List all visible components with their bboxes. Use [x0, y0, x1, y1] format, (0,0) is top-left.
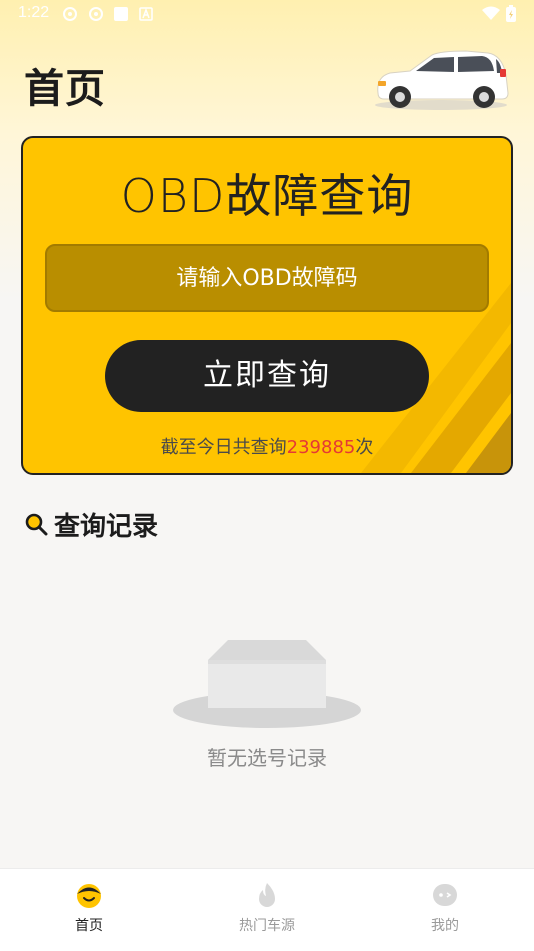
profile-face-icon [433, 884, 457, 906]
status-time: 1:22 [18, 4, 50, 21]
notification-a-icon [139, 7, 153, 21]
query-count-prefix: 截至今日共查询 [160, 437, 287, 458]
query-now-button[interactable]: 立即查询 [105, 340, 429, 412]
tab-home-label: 首页 [75, 918, 103, 934]
home-face-icon [77, 884, 101, 908]
query-count-suffix: 次 [355, 437, 374, 458]
tab-hot-cars-label: 热门车源 [239, 918, 295, 934]
car-icon [375, 50, 509, 110]
sync-icon [89, 7, 103, 21]
tab-profile-label: 我的 [431, 918, 459, 934]
wifi-battery-icon [482, 5, 516, 22]
obd-code-input[interactable] [45, 244, 489, 312]
tab-home[interactable]: 首页 [0, 869, 178, 951]
empty-box-icon [173, 640, 361, 728]
search-icon [25, 513, 48, 536]
flame-icon [259, 883, 275, 907]
bottom-tab-bar: 首页 热门车源 我的 [0, 868, 534, 951]
obd-query-card: OBD故障查询 立即查询 截至今日共查询239885次 [21, 136, 513, 475]
status-bar: 1:22 [0, 0, 534, 30]
tab-profile[interactable]: 我的 [356, 869, 534, 951]
empty-state-text: 暂无选号记录 [207, 746, 327, 770]
query-count-number: 239885 [286, 437, 356, 458]
page-title: 首页 [24, 66, 106, 112]
query-count-text: 截至今日共查询239885次 [23, 433, 511, 459]
sync-icon [63, 7, 77, 21]
tab-hot-cars[interactable]: 热门车源 [178, 869, 356, 951]
card-title: OBD故障查询 [120, 169, 414, 223]
square-icon [114, 7, 128, 21]
history-title: 查询记录 [54, 512, 159, 542]
